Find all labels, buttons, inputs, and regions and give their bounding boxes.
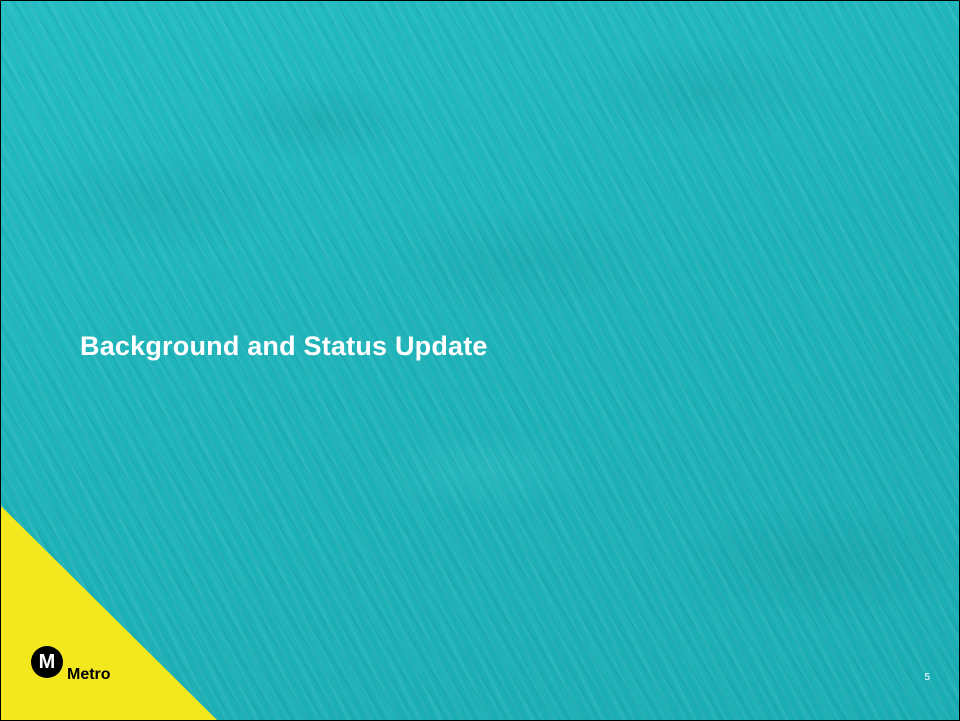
metro-logo-letter: M xyxy=(38,651,56,673)
metro-logo: M Metro xyxy=(31,646,111,683)
metro-logo-icon: M xyxy=(31,646,63,678)
page-number: 5 xyxy=(924,672,930,683)
slide: Background and Status Update M Metro 5 xyxy=(0,0,960,721)
slide-title: Background and Status Update xyxy=(80,331,488,361)
metro-wordmark: Metro xyxy=(67,666,111,683)
